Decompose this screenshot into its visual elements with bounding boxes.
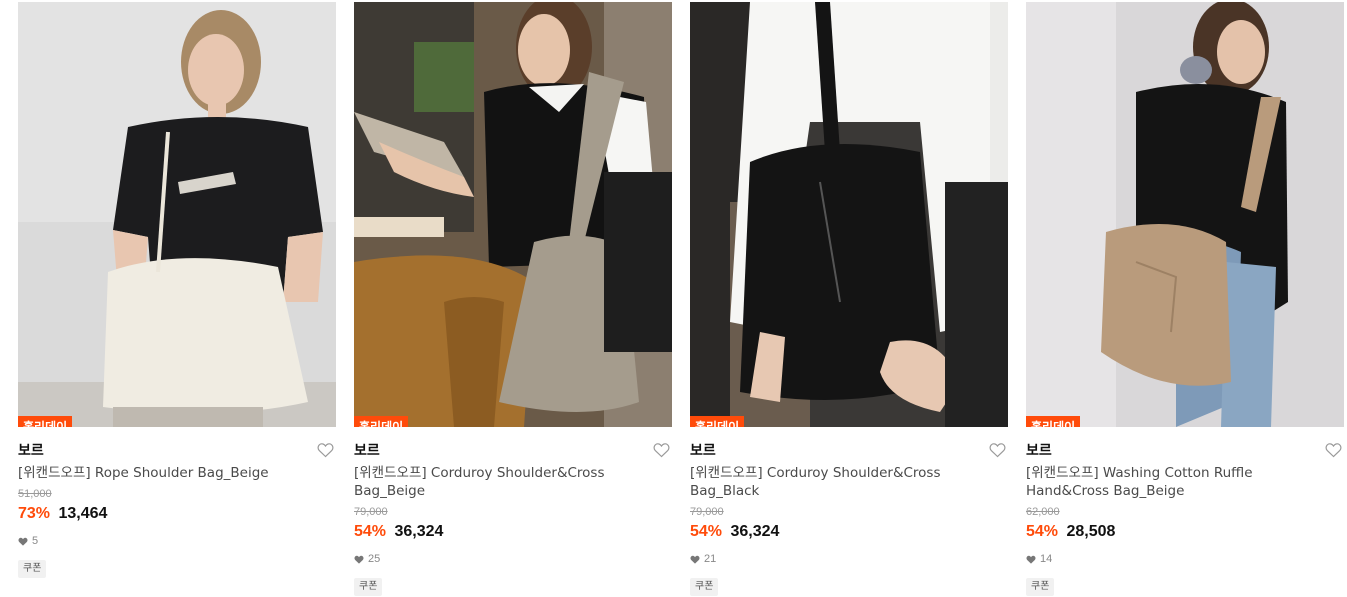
like-count-value: 14 — [1040, 553, 1053, 565]
like-count: 14 — [1026, 551, 1344, 567]
product-photo — [690, 2, 1008, 427]
product-image[interactable]: 홀리데이 — [354, 2, 672, 427]
product-card[interactable]: 홀리데이 보르 [위캔드오프] Washing Cotton Ruffle Ha… — [1026, 2, 1344, 596]
event-badge: 홀리데이 — [18, 416, 73, 427]
product-image[interactable]: 홀리데이 — [690, 2, 1008, 427]
discount-rate: 54% — [690, 523, 723, 540]
product-image[interactable]: 홀리데이 — [1026, 2, 1344, 427]
original-price: 62,000 — [1026, 506, 1060, 518]
brand-name[interactable]: 보르 — [1026, 443, 1052, 459]
heart-icon[interactable] — [989, 442, 1006, 458]
like-count-value: 5 — [32, 535, 39, 547]
like-count-value: 25 — [368, 553, 381, 565]
product-grid: 홀리데이 보르 [위캔드오프] Rope Shoulder Bag_Beige … — [0, 0, 1347, 597]
product-card[interactable]: 홀리데이 보르 [위캔드오프] Rope Shoulder Bag_Beige … — [18, 2, 336, 578]
coupon-tag: 쿠폰 — [1026, 578, 1055, 596]
discount-rate: 54% — [354, 523, 387, 540]
original-price: 79,000 — [354, 506, 388, 518]
heart-filled-icon — [18, 537, 28, 546]
heart-filled-icon — [1026, 555, 1036, 564]
coupon-tag: 쿠폰 — [354, 578, 383, 596]
product-photo — [354, 2, 672, 427]
sale-price: 28,508 — [1066, 523, 1116, 540]
like-count-value: 21 — [704, 553, 717, 565]
coupon-tag: 쿠폰 — [18, 560, 47, 578]
original-price: 51,000 — [18, 488, 52, 500]
like-count: 25 — [354, 551, 672, 567]
heart-icon[interactable] — [653, 442, 670, 458]
product-image[interactable]: 홀리데이 — [18, 2, 336, 427]
like-count: 21 — [690, 551, 1008, 567]
event-badge: 홀리데이 — [690, 416, 745, 427]
like-count: 5 — [18, 533, 336, 549]
original-price: 79,000 — [690, 506, 724, 518]
coupon-tag: 쿠폰 — [690, 578, 719, 596]
discount-rate: 54% — [1026, 523, 1059, 540]
product-photo — [1026, 2, 1344, 427]
brand-name[interactable]: 보르 — [354, 443, 380, 459]
heart-icon[interactable] — [1325, 442, 1342, 458]
product-name[interactable]: [위캔드오프] Corduroy Shoulder&Cross Bag_Blac… — [690, 464, 1000, 500]
event-badge: 홀리데이 — [1026, 416, 1081, 427]
brand-name[interactable]: 보르 — [690, 443, 716, 459]
sale-price: 13,464 — [58, 505, 108, 522]
sale-price: 36,324 — [730, 523, 780, 540]
heart-icon[interactable] — [317, 442, 334, 458]
event-badge: 홀리데이 — [354, 416, 409, 427]
brand-name[interactable]: 보르 — [18, 443, 44, 459]
product-card[interactable]: 홀리데이 보르 [위캔드오프] Corduroy Shoulder&Cross … — [690, 2, 1008, 596]
product-photo — [18, 2, 336, 427]
product-name[interactable]: [위캔드오프] Rope Shoulder Bag_Beige — [18, 464, 328, 482]
heart-filled-icon — [354, 555, 364, 564]
heart-filled-icon — [690, 555, 700, 564]
product-name[interactable]: [위캔드오프] Corduroy Shoulder&Cross Bag_Beig… — [354, 464, 664, 500]
discount-rate: 73% — [18, 505, 51, 522]
product-card[interactable]: 홀리데이 보르 [위캔드오프] Corduroy Shoulder&Cross … — [354, 2, 672, 596]
product-name[interactable]: [위캔드오프] Washing Cotton Ruffle Hand&Cross… — [1026, 464, 1336, 500]
sale-price: 36,324 — [394, 523, 444, 540]
